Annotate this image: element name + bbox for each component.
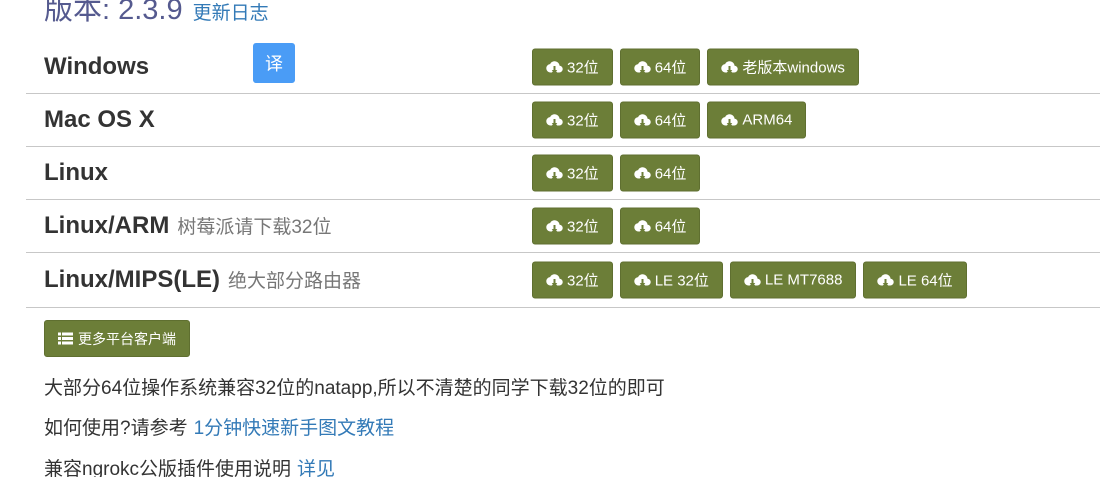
compat-note-text: 大部分64位操作系统兼容32位的natapp,所以不清楚的同学下载32位的即可: [44, 378, 665, 399]
download-button-group: 32位 64位: [532, 154, 701, 192]
button-label: LE 32位: [654, 272, 709, 290]
tutorial-link[interactable]: 1分钟快速新手图文教程: [194, 418, 395, 439]
more-clients-label: 更多平台客户端: [78, 330, 176, 347]
platform-title: Linux/MIPS(LE): [44, 266, 220, 293]
cloud-download-icon: [721, 113, 739, 127]
download-button-linux-arm-32[interactable]: 32位: [532, 207, 613, 245]
platform-title: Windows: [44, 53, 150, 80]
platform-row-linux-mips: Linux/MIPS(LE) 绝大部分路由器 32位 LE 32位 LE MT7…: [26, 253, 1100, 308]
details-link[interactable]: 详见: [297, 459, 335, 477]
version-header: 版本: 2.3.9 更新日志: [44, 0, 269, 26]
button-label: 32位: [567, 59, 599, 77]
cloud-download-icon: [546, 219, 563, 233]
download-button-mips-le-mt7688[interactable]: LE MT7688: [729, 261, 857, 299]
howto-prefix: 如何使用?请参考: [44, 418, 188, 439]
changelog-link[interactable]: 更新日志: [193, 0, 269, 25]
download-button-linux-64[interactable]: 64位: [619, 154, 701, 192]
cloud-download-icon: [744, 273, 761, 287]
button-label: 64位: [654, 218, 687, 236]
platform-row-linux: Linux 32位 64位: [26, 147, 1100, 200]
cloud-download-icon: [633, 219, 651, 233]
download-button-group: 32位 64位 ARM64: [532, 101, 807, 139]
platform-row-windows: Windows 译 32位 64位 老版本windows: [26, 41, 1100, 94]
download-button-group: 32位 64位 老版本windows: [532, 48, 859, 86]
cloud-download-icon: [546, 166, 563, 180]
download-button-mips-32[interactable]: 32位: [532, 261, 613, 299]
platform-title: Mac OS X: [44, 106, 155, 133]
howto-line: 如何使用?请参考 1分钟快速新手图文教程: [44, 413, 394, 440]
download-button-mips-le-32[interactable]: LE 32位: [619, 261, 723, 299]
translate-button[interactable]: 译: [253, 43, 295, 83]
platform-name: Mac OS X: [44, 106, 155, 134]
cloud-download-icon: [546, 273, 563, 287]
download-page: 版本: 2.3.9 更新日志 Windows 译 32位 64位 老版本wind…: [0, 0, 1100, 477]
cloud-download-icon: [721, 60, 739, 74]
ngrok-line: 兼容ngrokc公版插件使用说明 详见: [44, 454, 335, 477]
cloud-download-icon: [633, 166, 651, 180]
button-label: 32位: [567, 272, 599, 290]
platform-row-linux-arm: Linux/ARM 树莓派请下载32位 32位 64位: [26, 200, 1100, 253]
version-text: 版本: 2.3.9: [44, 0, 183, 26]
platform-name: Linux/ARM 树莓派请下载32位: [44, 212, 331, 240]
button-label: LE MT7688: [764, 271, 843, 289]
download-button-linux-32[interactable]: 32位: [532, 154, 613, 192]
button-label: 64位: [654, 165, 687, 183]
button-label: 32位: [567, 218, 599, 236]
cloud-download-icon: [633, 60, 651, 74]
platform-table: Windows 译 32位 64位 老版本windows Mac OS X 32…: [26, 41, 1100, 308]
download-button-linux-arm-64[interactable]: 64位: [619, 207, 701, 245]
download-button-windows-legacy[interactable]: 老版本windows: [707, 48, 859, 86]
cloud-download-icon: [633, 273, 651, 287]
download-button-macos-32[interactable]: 32位: [532, 101, 613, 139]
ngrok-prefix: 兼容ngrokc公版插件使用说明: [44, 459, 292, 477]
platform-note: 树莓派请下载32位: [177, 217, 332, 238]
button-label: LE 64位: [898, 272, 953, 290]
platform-title: Linux/ARM: [44, 212, 170, 239]
button-label: 32位: [567, 165, 599, 183]
download-button-macos-64[interactable]: 64位: [619, 101, 701, 139]
more-clients-button[interactable]: 更多平台客户端: [44, 320, 190, 357]
platform-note: 绝大部分路由器: [228, 271, 362, 292]
platform-name: Windows: [44, 53, 149, 81]
button-label: 32位: [567, 112, 599, 130]
cloud-download-icon: [877, 273, 895, 287]
cloud-download-icon: [546, 60, 563, 74]
download-button-macos-arm64[interactable]: ARM64: [707, 101, 807, 139]
list-icon: [58, 332, 73, 345]
platform-row-macos: Mac OS X 32位 64位 ARM64: [26, 94, 1100, 147]
download-button-windows-32[interactable]: 32位: [532, 48, 613, 86]
platform-name: Linux: [44, 159, 108, 187]
button-label: 64位: [654, 112, 687, 130]
button-label: 64位: [654, 59, 687, 77]
button-label: 老版本windows: [742, 59, 845, 77]
download-button-windows-64[interactable]: 64位: [619, 48, 701, 86]
platform-name: Linux/MIPS(LE) 绝大部分路由器: [44, 266, 361, 294]
cloud-download-icon: [546, 113, 563, 127]
cloud-download-icon: [633, 113, 651, 127]
download-button-mips-le-64[interactable]: LE 64位: [863, 261, 967, 299]
download-button-group: 32位 LE 32位 LE MT7688 LE 64位: [532, 261, 967, 299]
download-button-group: 32位 64位: [532, 207, 701, 245]
compat-note: 大部分64位操作系统兼容32位的natapp,所以不清楚的同学下载32位的即可: [44, 373, 665, 400]
platform-title: Linux: [44, 159, 108, 186]
button-label: ARM64: [742, 111, 793, 129]
